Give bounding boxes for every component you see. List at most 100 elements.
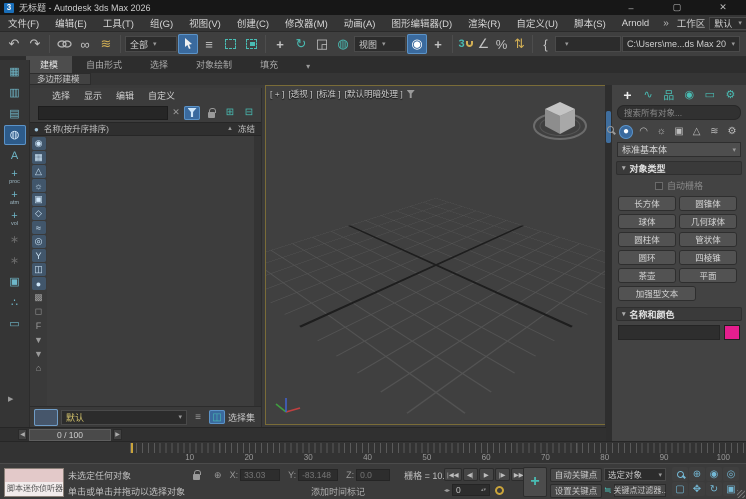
primitive-button[interactable]: 球体 — [618, 214, 676, 229]
menu-item[interactable]: 工具(T) — [95, 15, 142, 31]
menu-overflow-chevron[interactable]: » — [657, 18, 675, 29]
command-panel-scrollbar[interactable] — [605, 85, 612, 441]
menu-item[interactable]: 文件(F) — [0, 15, 47, 31]
window-crossing-icon[interactable] — [241, 34, 261, 54]
display-tab[interactable]: ▭ — [702, 87, 717, 102]
orbit-icon[interactable]: ↻ — [706, 482, 722, 496]
unlink-icon[interactable]: ∞ — [75, 34, 95, 54]
menu-item[interactable]: 视图(V) — [181, 15, 229, 31]
next-frame-arrow[interactable]: ▶ — [113, 429, 122, 440]
filter-helpers-icon[interactable]: ◇ — [32, 207, 46, 220]
spinner-snap-button[interactable]: ⇅ — [511, 34, 528, 54]
explorer-search-input[interactable] — [38, 106, 168, 120]
light-lister-icon[interactable]: ▥ — [4, 83, 26, 103]
advanced-filter-icon[interactable]: ▼ — [32, 333, 46, 346]
toolbar-overflow-chevron[interactable]: » — [741, 34, 746, 54]
filter-materials-icon[interactable]: ● — [32, 277, 46, 290]
light-placer-icon[interactable]: ▤ — [4, 104, 26, 124]
z-coordinate-field[interactable]: 0.0 — [356, 469, 390, 481]
select-object-button[interactable] — [178, 34, 198, 54]
prev-frame-arrow[interactable]: ◀ — [18, 429, 27, 440]
image-plane-icon[interactable]: ▣ — [4, 272, 26, 292]
object-name-field[interactable] — [618, 325, 720, 340]
perspective-viewport[interactable]: [ + ] [透视 ] [标准 ] [默认明暗处理 ] — [265, 85, 606, 425]
maxscript-mini-listener[interactable]: 脚本迷你侦听器 — [4, 468, 64, 497]
collapse-all-button[interactable]: ⊟ — [241, 106, 257, 120]
explorer-menu-item[interactable]: 自定义 — [142, 89, 181, 102]
add-time-tag[interactable]: 添加时间标记 — [311, 485, 365, 498]
motion-tab[interactable]: ◉ — [682, 87, 697, 102]
procedural-object-icon[interactable]: +proc — [4, 167, 26, 187]
play-button[interactable]: ▶ — [479, 468, 494, 481]
viewport-general-menu[interactable]: [ + ] — [270, 89, 284, 99]
select-place-button[interactable]: ◍ — [333, 34, 353, 54]
bind-spacewarp-icon[interactable]: ≋ — [96, 34, 116, 54]
redo-button[interactable]: ↷ — [25, 34, 45, 54]
zoom-extents-icon[interactable]: ◉ — [706, 467, 722, 481]
set-keys-button[interactable]: + — [523, 467, 547, 497]
workspace-dropdown[interactable]: 默认 ▾ — [709, 17, 746, 30]
create-tab[interactable]: + — [620, 87, 635, 102]
disabled-tool-icon-2[interactable]: ∗ — [4, 251, 26, 271]
polygon-modeling-panel[interactable]: 多边形建模 — [26, 73, 91, 85]
cameras-category-icon[interactable]: ▣ — [672, 125, 686, 139]
helpers-category-icon[interactable]: △ — [690, 125, 704, 139]
filter-lights-icon[interactable]: ☼ — [32, 179, 46, 192]
ribbon-tab[interactable]: 建模 — [26, 56, 72, 73]
filter-spacewarps-icon[interactable]: ≈ — [32, 221, 46, 234]
filter-cameras-icon[interactable]: ▣ — [32, 193, 46, 206]
explorer-column-header[interactable]: ● 名称(按升序排序) ▲ 冻结 — [30, 122, 261, 136]
y-coordinate-field[interactable]: -83.148 — [298, 469, 338, 481]
pivot-center-button[interactable]: ◉ — [407, 34, 427, 54]
viewport-filter-icon[interactable] — [407, 90, 415, 98]
filter-bones-icon[interactable]: Y — [32, 249, 46, 262]
menu-item[interactable]: 动画(A) — [336, 15, 384, 31]
explorer-menu-item[interactable]: 选择 — [46, 89, 76, 102]
primitive-button[interactable]: 圆锥体 — [679, 196, 737, 211]
name-column-header[interactable]: 名称(按升序排序) — [44, 123, 109, 135]
zoom-extents-all-icon[interactable]: ◎ — [723, 467, 739, 481]
key-selection-dropdown[interactable]: 选定对象 ▾ — [604, 468, 666, 481]
time-slider-handle[interactable]: 0 / 100 — [29, 429, 111, 441]
primitive-category-dropdown[interactable]: 标准基本体 ▾ — [617, 142, 741, 157]
primitive-button-textplus[interactable]: 加强型文本 — [618, 286, 696, 301]
explorer-preset-dropdown[interactable]: 默认 ▾ — [61, 410, 187, 425]
autogrid-checkbox[interactable] — [655, 182, 663, 190]
minimize-button[interactable]: – — [608, 0, 654, 15]
select-by-name-button[interactable]: ≡ — [199, 34, 219, 54]
expand-all-button[interactable]: ⊞ — [222, 106, 238, 120]
primitive-button[interactable]: 茶壶 — [618, 268, 676, 283]
menu-item[interactable]: 创建(C) — [229, 15, 277, 31]
set-key-button[interactable]: 设置关键点 — [550, 484, 602, 498]
ribbon-tab[interactable]: 选择 — [136, 56, 182, 73]
modify-tab[interactable]: ∿ — [641, 87, 656, 102]
lock-explorer-button[interactable] — [203, 106, 219, 120]
filter-all-icon[interactable]: ◉ — [32, 137, 46, 150]
time-slider-track[interactable]: ◀ 0 / 100 ▶ — [0, 427, 606, 441]
display-influences-icon[interactable]: ▩ — [32, 291, 46, 304]
camera-tools-icon[interactable]: ▭ — [4, 314, 26, 334]
object-color-swatch[interactable] — [724, 325, 740, 340]
viewport-shading-menu[interactable]: [默认明暗处理 ] — [345, 88, 403, 100]
disabled-tool-icon[interactable]: ∗ — [4, 230, 26, 250]
absolute-offset-toggle[interactable]: ⊕ — [214, 470, 222, 481]
track-bar-ruler[interactable]: 102030405060708090100 — [0, 441, 746, 463]
rectangular-selection-icon[interactable] — [220, 34, 240, 54]
zoom-icon[interactable] — [672, 467, 688, 481]
pan-icon[interactable]: ✥ — [689, 482, 705, 496]
object-type-rollout[interactable]: ▾ 对象类型 — [616, 161, 742, 175]
search-all-objects-input[interactable] — [617, 105, 741, 120]
snap-toggle-button[interactable]: 3 — [457, 34, 474, 54]
explorer-scrollbar[interactable] — [254, 136, 261, 406]
container-helper-icon[interactable]: ⌂ — [32, 361, 46, 374]
clear-search-icon[interactable]: ✕ — [171, 107, 181, 118]
sun-positioner-icon[interactable]: ◍ — [4, 125, 26, 145]
selection-set-stack-icon[interactable]: ≡ — [190, 410, 206, 424]
menu-item[interactable]: 图形编辑器(D) — [383, 15, 460, 31]
zoom-region-icon[interactable]: ▢ — [672, 482, 688, 496]
key-mode-toggle[interactable]: ◂▸ — [444, 487, 450, 494]
menu-item[interactable]: 自定义(U) — [508, 15, 566, 31]
primitive-button[interactable]: 圆环 — [618, 250, 676, 265]
systems-category-icon[interactable]: ⚙ — [725, 125, 739, 139]
edit-named-sets-button[interactable]: { — [537, 34, 554, 54]
